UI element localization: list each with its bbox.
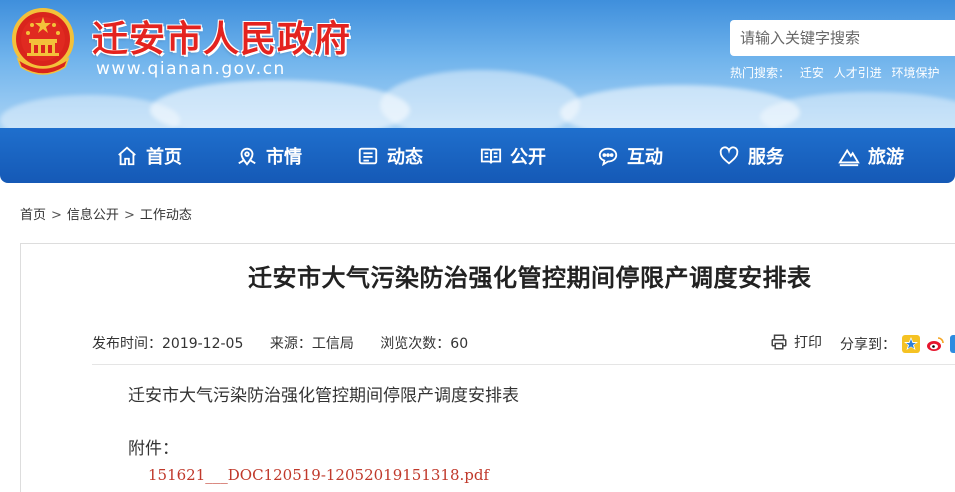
- hot-search-link[interactable]: 人才引进: [834, 66, 882, 80]
- nav-item-city[interactable]: 市情: [236, 128, 302, 183]
- more-share-icon[interactable]: [950, 335, 955, 353]
- breadcrumb-separator: >: [123, 208, 135, 223]
- breadcrumb-item-work-news[interactable]: 工作动态: [140, 208, 192, 223]
- nav-item-label: 市情: [266, 146, 302, 168]
- book-icon: [480, 148, 502, 164]
- map-pin-icon: [238, 147, 256, 166]
- nav-item-tourism[interactable]: 旅游: [838, 128, 904, 183]
- mountain-icon: [838, 148, 860, 166]
- nav-item-interact[interactable]: 互动: [597, 128, 663, 183]
- hot-search-label: 热门搜索：: [730, 66, 791, 80]
- nav-item-label: 首页: [146, 146, 182, 168]
- site-domain: www.qianan.gov.cn: [96, 59, 286, 79]
- attachment-link[interactable]: 151621___DOC120519-12052019151318.pdf: [148, 466, 489, 484]
- hot-search-link[interactable]: 环境保护: [892, 66, 940, 80]
- page: 迁安市人民政府 www.qianan.gov.cn 热门搜索： 迁安 人才引进 …: [0, 0, 955, 492]
- attachment-label: 附件：: [128, 439, 179, 459]
- nav-item-label: 公开: [510, 146, 546, 168]
- view-count: 浏览次数：60: [380, 336, 469, 352]
- nav-item-service[interactable]: 服务: [718, 128, 784, 183]
- site-title: 迁安市人民政府: [92, 19, 352, 60]
- news-icon: [358, 147, 378, 164]
- share-label: 分享到：: [840, 337, 896, 353]
- nav-item-label: 旅游: [868, 146, 904, 168]
- national-emblem-icon: [12, 8, 74, 75]
- nav-item-label: 服务: [748, 146, 784, 168]
- nav-item-news[interactable]: 动态: [357, 128, 423, 183]
- search-box: [730, 20, 955, 56]
- breadcrumb-item-home[interactable]: 首页: [20, 208, 46, 223]
- header-banner: 迁安市人民政府 www.qianan.gov.cn 热门搜索： 迁安 人才引进 …: [0, 0, 955, 128]
- qzone-share-icon[interactable]: [902, 335, 920, 353]
- publish-time: 发布时间：2019-12-05: [92, 336, 244, 352]
- breadcrumb-item-info-public[interactable]: 信息公开: [67, 208, 119, 223]
- article-source: 来源：工信局: [269, 336, 354, 352]
- print-label: 打印: [794, 335, 822, 351]
- weibo-share-icon[interactable]: [926, 335, 944, 353]
- heart-icon: [719, 145, 739, 165]
- print-button[interactable]: 打印: [770, 332, 822, 352]
- breadcrumb-separator: >: [51, 208, 62, 223]
- search-input[interactable]: [730, 20, 955, 56]
- home-icon: [118, 146, 136, 165]
- content-title: 迁安市大气污染防治强化管控期间停限产调度安排表: [128, 386, 519, 406]
- main-nav: 首页 市情 动态 公开 互动 服务 旅游: [0, 128, 955, 183]
- chat-icon: [598, 147, 618, 166]
- breadcrumb: 首页 > 信息公开 > 工作动态: [20, 204, 192, 223]
- nav-item-label: 动态: [387, 146, 423, 168]
- share-bar: 分享到：: [840, 334, 955, 354]
- nav-item-home[interactable]: 首页: [116, 128, 182, 183]
- hot-search: 热门搜索： 迁安 人才引进 环境保护: [730, 64, 946, 81]
- nav-item-label: 互动: [627, 146, 663, 168]
- hot-search-link[interactable]: 迁安: [800, 66, 824, 80]
- article-title: 迁安市大气污染防治强化管控期间停限产调度安排表: [248, 264, 812, 292]
- nav-item-public[interactable]: 公开: [480, 128, 546, 183]
- article-meta: 发布时间：2019-12-05 来源：工信局 浏览次数：60: [92, 333, 490, 353]
- printer-icon: [771, 334, 787, 350]
